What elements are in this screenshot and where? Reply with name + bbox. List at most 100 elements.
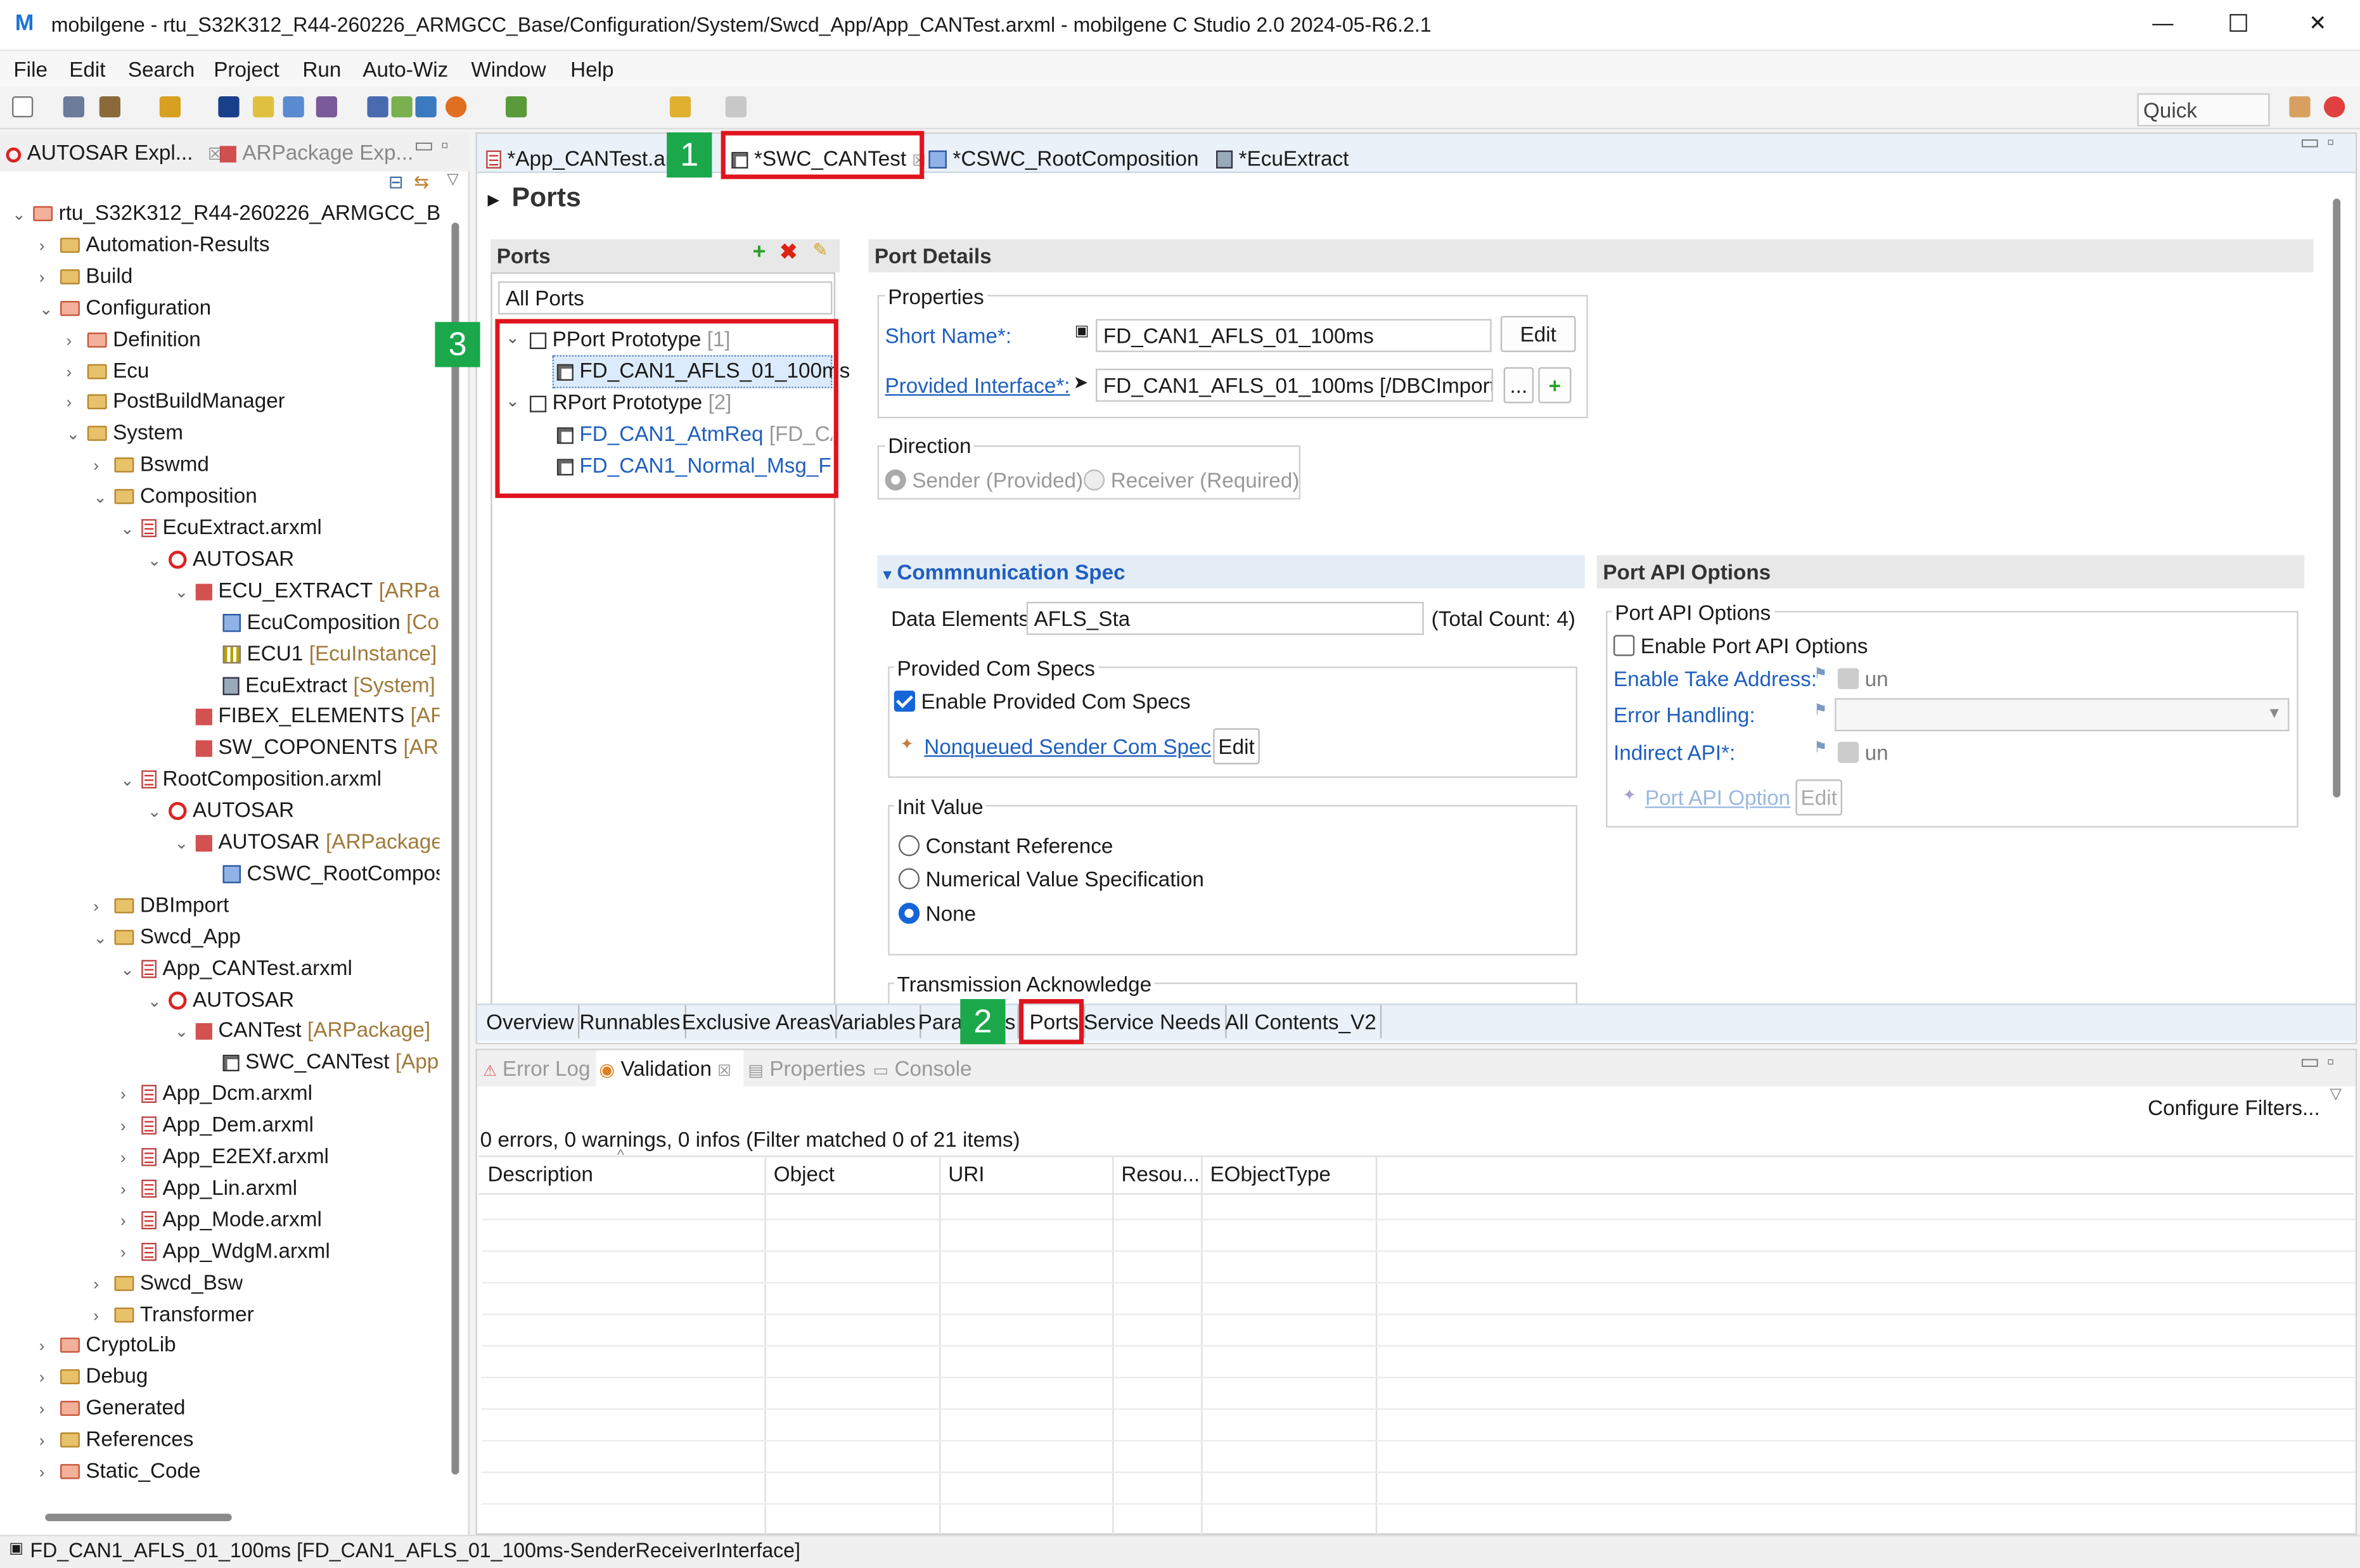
short-name-edit-button[interactable]: Edit xyxy=(1500,316,1576,352)
configure-filters-link[interactable]: Configure Filters... xyxy=(2148,1095,2320,1119)
bottom-tab-all-contents[interactable]: All Contents_V2 xyxy=(1221,1005,1383,1038)
editor-maximize-icon[interactable]: ▫ xyxy=(2327,129,2335,153)
indirect-api-checkbox[interactable] xyxy=(1837,741,1859,763)
box-icon[interactable] xyxy=(391,96,413,118)
enable-provided-checkbox[interactable]: Enable Provided Com Specs xyxy=(894,689,1191,713)
add-port-icon[interactable]: + xyxy=(753,239,766,265)
col-eobjecttype[interactable]: EObjectType xyxy=(1210,1162,1331,1186)
enable-port-api-checkbox[interactable]: Enable Port API Options xyxy=(1613,634,1868,658)
collapsed-chevron-icon[interactable]: › xyxy=(120,1087,141,1105)
tree-item[interactable]: › App_Dem.arxml xyxy=(120,1112,314,1136)
expanded-chevron-icon[interactable]: ⌄ xyxy=(120,770,141,791)
page-collapse-icon[interactable]: ▶ xyxy=(488,193,499,209)
tree-item[interactable]: FIBEX_ELEMENTS[ARPa xyxy=(175,703,440,727)
collapse-all-icon[interactable]: ⊟ xyxy=(388,172,404,193)
sender-radio[interactable]: Sender (Provided) xyxy=(885,468,1083,492)
nonqueued-edit-button[interactable]: Edit xyxy=(1213,728,1260,765)
menu-help[interactable]: Help xyxy=(570,57,613,81)
menu-window[interactable]: Window xyxy=(471,57,546,81)
check-icon[interactable] xyxy=(446,96,467,118)
collapsed-chevron-icon[interactable]: › xyxy=(93,898,114,916)
menu-project[interactable]: Project xyxy=(214,57,279,81)
bottom-tab-service-needs[interactable]: Service Needs xyxy=(1079,1005,1227,1038)
bottom-tab-exclusive-areas[interactable]: Exclusive Areas xyxy=(677,1005,837,1038)
edit-icon[interactable] xyxy=(316,96,337,118)
collapsed-chevron-icon[interactable]: › xyxy=(93,1307,114,1325)
tree-item[interactable]: ⌄ rtu_S32K312_R44-260226_ARMGCC_Base xyxy=(12,200,440,224)
expanded-chevron-icon[interactable]: ⌄ xyxy=(148,802,169,822)
delete-port-icon[interactable]: ✖ xyxy=(779,239,797,265)
collapsed-chevron-icon[interactable]: › xyxy=(93,457,114,476)
tree-item[interactable]: ⌄ ECU_EXTRACT[ARPacka xyxy=(175,578,440,602)
tree-item[interactable]: ⌄ Configuration xyxy=(39,295,211,319)
short-name-field[interactable]: FD_CAN1_AFLS_01_100ms xyxy=(1096,319,1492,352)
error-handling-combo[interactable]: ▼ xyxy=(1835,698,2290,732)
tree-item[interactable]: › App_Dcm.arxml xyxy=(120,1081,312,1105)
collapsed-chevron-icon[interactable]: › xyxy=(93,1275,114,1294)
collapsed-chevron-icon[interactable]: › xyxy=(39,1338,60,1356)
tree-item[interactable]: › App_Lin.arxml xyxy=(120,1175,297,1199)
maximize-view-icon[interactable]: ▫ xyxy=(441,132,449,156)
menu-file[interactable]: File xyxy=(13,57,48,81)
col-uri[interactable]: URI xyxy=(948,1162,984,1186)
collapsed-chevron-icon[interactable]: › xyxy=(39,1401,60,1420)
chart-icon[interactable] xyxy=(283,96,304,118)
collapsed-chevron-icon[interactable]: › xyxy=(120,1150,141,1168)
views-minimize-icon[interactable]: ▭ xyxy=(2300,1049,2319,1074)
receiver-radio[interactable]: Receiver (Required) xyxy=(1084,468,1299,492)
port-api-edit-button[interactable]: Edit xyxy=(1795,779,1842,816)
tab-cswc-rootcomposition[interactable]: *CSWC_RootComposition xyxy=(928,141,1198,174)
tree-item[interactable]: › CryptoLib xyxy=(39,1332,176,1356)
menu-autowiz[interactable]: Auto-Wiz xyxy=(362,57,448,81)
tab-autosar-explorer[interactable]: AUTOSAR Expl... ☒ xyxy=(6,140,222,164)
expanded-chevron-icon[interactable]: ⌄ xyxy=(148,551,169,570)
tree-item[interactable]: ⌄ System xyxy=(67,420,184,444)
bottom-tab-overview[interactable]: Overview xyxy=(482,1005,580,1038)
expanded-chevron-icon[interactable]: ⌄ xyxy=(39,299,60,319)
provided-interface-link[interactable]: Provided Interface*: xyxy=(885,373,1070,397)
tab-arpackage-explorer[interactable]: ARPackage Exp... xyxy=(219,140,413,164)
collapsed-chevron-icon[interactable]: › xyxy=(39,1432,60,1451)
menu-edit[interactable]: Edit xyxy=(69,57,105,81)
expanded-chevron-icon[interactable]: ⌄ xyxy=(175,582,196,602)
tab-properties[interactable]: ▤ Properties xyxy=(748,1056,866,1080)
col-object[interactable]: Object xyxy=(774,1162,835,1186)
data-elements-combo[interactable]: AFLS_Sta xyxy=(1026,602,1424,635)
com-spec-header[interactable]: ▾ Commnunication Spec xyxy=(877,555,1585,589)
none-radio[interactable]: None xyxy=(898,902,976,926)
collapsed-chevron-icon[interactable]: › xyxy=(120,1213,141,1231)
tree-item[interactable]: SW_COPONENTS[ARPa xyxy=(175,735,440,759)
tree-item[interactable]: › App_WdgM.arxml xyxy=(120,1238,330,1262)
tree-item[interactable]: › Debug xyxy=(39,1363,148,1387)
quick-access-field[interactable]: Quick Access xyxy=(2137,93,2270,152)
tree-item[interactable]: › References xyxy=(39,1427,194,1451)
tree-item[interactable]: ⌄ App_CANTest.arxml xyxy=(120,955,352,979)
terminal-icon[interactable] xyxy=(218,96,240,118)
tree-item[interactable]: ⌄ AUTOSAR [ARPackage] xyxy=(175,829,440,853)
collapsed-chevron-icon[interactable]: › xyxy=(120,1181,141,1199)
save-icon[interactable] xyxy=(63,96,84,118)
tree-item[interactable]: EcuComposition[Cor xyxy=(202,609,440,633)
minimize-view-icon[interactable]: ▭ xyxy=(414,132,433,158)
build-icon[interactable] xyxy=(99,96,120,118)
take-address-checkbox[interactable] xyxy=(1837,668,1859,689)
expanded-chevron-icon[interactable]: ⌄ xyxy=(93,928,114,948)
tree-item[interactable]: SWC_CANTest[Appli xyxy=(202,1049,440,1073)
expanded-chevron-icon[interactable]: ⌄ xyxy=(12,205,33,224)
tool-icon[interactable] xyxy=(415,96,437,118)
collapsed-chevron-icon[interactable]: › xyxy=(67,332,87,350)
expanded-chevron-icon[interactable]: ⌄ xyxy=(120,519,141,539)
tree-item[interactable]: ⌄ AUTOSAR xyxy=(148,986,294,1010)
nonqueued-sender-link[interactable]: Nonqueued Sender Com Spec xyxy=(924,734,1211,758)
collapsed-chevron-icon[interactable]: › xyxy=(39,238,60,256)
close-tab-icon[interactable]: ☒ xyxy=(717,1064,731,1080)
editor-vertical-scrollbar[interactable] xyxy=(2333,198,2341,798)
views-maximize-icon[interactable]: ▫ xyxy=(2327,1049,2335,1073)
expanded-chevron-icon[interactable]: ⌄ xyxy=(93,488,114,507)
provided-interface-field[interactable]: FD_CAN1_AFLS_01_100ms [/DBCImport/IN xyxy=(1096,368,1493,402)
tree-item[interactable]: ⌄ AUTOSAR xyxy=(148,546,294,570)
tree-item[interactable]: › Generated xyxy=(39,1395,186,1419)
bottom-tab-variables[interactable]: Variables xyxy=(825,1005,922,1038)
expanded-chevron-icon[interactable]: ⌄ xyxy=(175,1023,196,1042)
tree-item[interactable]: › Automation-Results xyxy=(39,231,270,255)
